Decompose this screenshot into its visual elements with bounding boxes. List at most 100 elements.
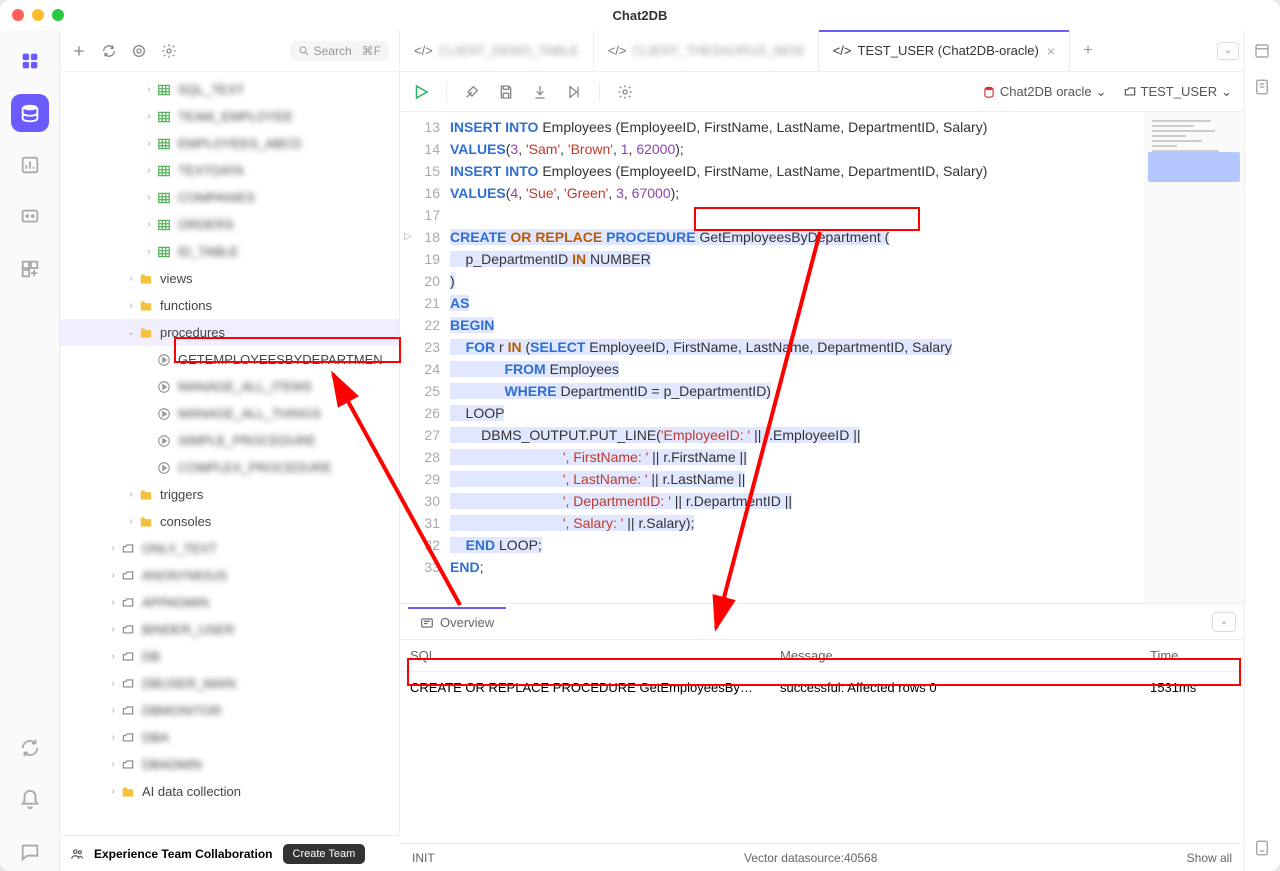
run-button[interactable] — [412, 83, 430, 101]
main-area: </>CLIENT_DEMO_TABLE </>CLIENT_THESAURUS… — [400, 30, 1244, 871]
col-sql-header: SQL — [400, 640, 770, 671]
editor-toolbar: Chat2DB oracle ⌄ TEST_USER ⌄ — [400, 72, 1244, 112]
rail-database-icon[interactable] — [11, 94, 49, 132]
tree-row[interactable]: ›ANONYMOUS — [60, 562, 399, 589]
tree-row[interactable]: ›TEXTDATA — [60, 157, 399, 184]
result-time-cell: 1531ms — [1140, 672, 1230, 703]
team-collab-bar: Experience Team Collaboration Create Tea… — [60, 835, 400, 871]
gear-icon[interactable] — [160, 42, 178, 60]
refresh-icon[interactable] — [100, 42, 118, 60]
collapse-results-button[interactable]: ⌄ — [1212, 612, 1236, 632]
results-tab-label: Overview — [440, 615, 494, 630]
rail-right-icon-3[interactable] — [1253, 839, 1273, 859]
rail-plugin-icon[interactable] — [11, 250, 49, 288]
close-icon[interactable]: × — [1047, 43, 1055, 59]
tab-menu-button[interactable]: ⌄ — [1212, 30, 1244, 71]
tree-view[interactable]: ›SQL_TEXT›TEAM_EMPLOYEE›EMPLOYEES_ABCD›T… — [60, 72, 399, 871]
results-row[interactable]: CREATE OR REPLACE PROCEDURE GetEmployees… — [400, 672, 1244, 703]
tab-blurred-1[interactable]: </>CLIENT_DEMO_TABLE — [400, 30, 594, 71]
minimap[interactable] — [1144, 112, 1244, 603]
results-tab-overview[interactable]: Overview — [408, 607, 506, 636]
database-selector[interactable]: Chat2DB oracle ⌄ — [982, 84, 1107, 100]
code-editor[interactable]: 1314151617▷18192021222324252627282930313… — [400, 112, 1144, 603]
play-next-icon[interactable] — [565, 83, 583, 101]
tree-row[interactable]: ›triggers — [60, 481, 399, 508]
tab-label: CLIENT_DEMO_TABLE — [439, 43, 579, 58]
status-left: INIT — [412, 851, 435, 865]
tree-row[interactable]: ›ORDERS — [60, 211, 399, 238]
create-team-button[interactable]: Create Team — [283, 844, 366, 864]
search-input[interactable]: Search ⌘F — [290, 41, 389, 61]
overview-icon — [420, 616, 434, 630]
results-panel: Overview ⌄ SQL Message Time CREATE OR RE… — [400, 603, 1244, 843]
rail-message-icon[interactable] — [11, 833, 49, 871]
settings-icon[interactable] — [616, 83, 634, 101]
tree-row[interactable]: ›consoles — [60, 508, 399, 535]
tree-row[interactable]: ›ONLY_TEXT — [60, 535, 399, 562]
tab-active[interactable]: </>TEST_USER (Chat2DB-oracle) × — [819, 30, 1070, 71]
titlebar: Chat2DB — [0, 0, 1280, 30]
team-icon — [70, 847, 84, 861]
rail-bell-icon[interactable] — [11, 781, 49, 819]
tree-row[interactable]: MANAGE_ALL_ITEMS — [60, 373, 399, 400]
sidebar: Search ⌘F ›SQL_TEXT›TEAM_EMPLOYEE›EMPLOY… — [60, 30, 400, 871]
search-icon — [298, 45, 310, 57]
database-label: Chat2DB oracle — [1000, 84, 1092, 99]
tree-row[interactable]: ›DBADMIN — [60, 751, 399, 778]
tree-row[interactable]: GETEMPLOYEESBYDEPARTMEN — [60, 346, 399, 373]
add-icon[interactable] — [70, 42, 88, 60]
tree-row[interactable]: ›APPADMIN — [60, 589, 399, 616]
tree-row[interactable]: SIMPLE_PROCEDURE — [60, 427, 399, 454]
window-title: Chat2DB — [613, 8, 668, 23]
rail-chat-icon[interactable] — [11, 198, 49, 236]
tree-row[interactable]: ›COMPANIES — [60, 184, 399, 211]
tree-row[interactable]: ›SQL_TEXT — [60, 76, 399, 103]
minimize-window-button[interactable] — [32, 9, 44, 21]
statusbar: INIT Vector datasource:40568 Show all — [400, 843, 1244, 871]
left-nav-rail — [0, 30, 60, 871]
tree-row[interactable]: ›EMPLOYEES_ABCD — [60, 130, 399, 157]
status-show-all[interactable]: Show all — [1187, 851, 1232, 865]
add-tab-button[interactable]: + — [1070, 30, 1106, 71]
tree-row[interactable]: ›BINDER_USER — [60, 616, 399, 643]
team-collab-text: Experience Team Collaboration — [94, 847, 273, 861]
tree-row[interactable]: ›ID_TABLE — [60, 238, 399, 265]
rail-refresh-icon[interactable] — [11, 729, 49, 767]
tree-row[interactable]: ›TEAM_EMPLOYEE — [60, 103, 399, 130]
result-message-cell: successful: Affected rows 0 — [770, 672, 1140, 703]
close-window-button[interactable] — [12, 9, 24, 21]
maximize-window-button[interactable] — [52, 9, 64, 21]
search-placeholder: Search — [314, 44, 352, 58]
tree-row[interactable]: ›DBMONITOR — [60, 697, 399, 724]
tree-row[interactable]: ›functions — [60, 292, 399, 319]
tree-row[interactable]: ›views — [60, 265, 399, 292]
tree-row[interactable]: MANAGE_ALL_THINGS — [60, 400, 399, 427]
save-icon[interactable] — [497, 83, 515, 101]
tree-row[interactable]: ›DBA — [60, 724, 399, 751]
chevron-down-icon: ⌄ — [1096, 84, 1107, 100]
results-header: SQL Message Time — [400, 640, 1244, 672]
rail-home-icon[interactable] — [11, 42, 49, 80]
tree-row[interactable]: ›DBUSER_MAIN — [60, 670, 399, 697]
col-message-header: Message — [770, 640, 1140, 671]
tab-blurred-2[interactable]: </>CLIENT_THESAURUS_NEW — [594, 30, 819, 71]
tree-row[interactable]: COMPLEX_PROCEDURE — [60, 454, 399, 481]
schema-selector[interactable]: TEST_USER ⌄ — [1123, 84, 1232, 100]
rail-right-icon-2[interactable] — [1253, 78, 1273, 98]
download-icon[interactable] — [531, 83, 549, 101]
col-time-header: Time — [1140, 640, 1230, 671]
tree-row[interactable]: ⌄procedures — [60, 319, 399, 346]
chevron-down-icon: ⌄ — [1221, 84, 1232, 100]
schema-label: TEST_USER — [1141, 84, 1218, 99]
tree-row[interactable]: ›DB — [60, 643, 399, 670]
status-center: Vector datasource:40568 — [451, 851, 1171, 865]
rail-right-icon-1[interactable] — [1253, 42, 1273, 62]
search-shortcut: ⌘F — [362, 44, 381, 58]
right-rail — [1244, 30, 1280, 871]
tab-label: CLIENT_THESAURUS_NEW — [633, 43, 804, 58]
rail-chart-icon[interactable] — [11, 146, 49, 184]
target-icon[interactable] — [130, 42, 148, 60]
tree-row[interactable]: ›AI data collection — [60, 778, 399, 805]
format-icon[interactable] — [463, 83, 481, 101]
tabs-bar: </>CLIENT_DEMO_TABLE </>CLIENT_THESAURUS… — [400, 30, 1244, 72]
